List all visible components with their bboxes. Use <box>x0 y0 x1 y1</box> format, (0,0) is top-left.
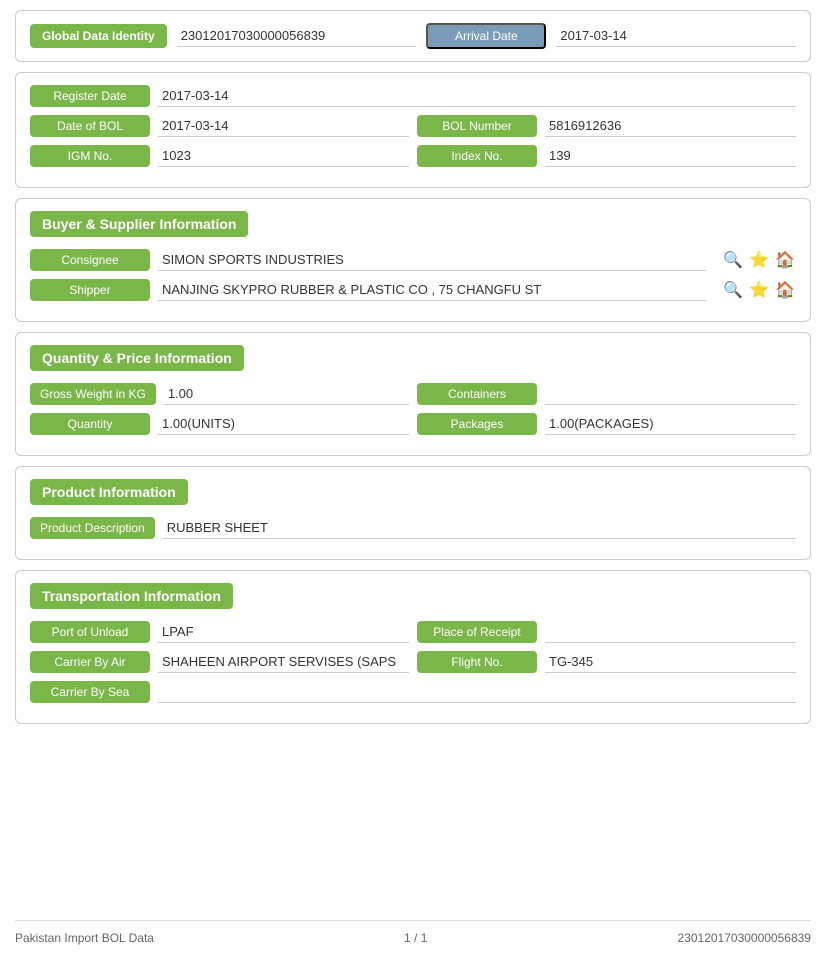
quantity-value: 1.00(UNITS) <box>158 413 409 435</box>
shipper-value: NANJING SKYPRO RUBBER & PLASTIC CO , 75 … <box>158 279 706 301</box>
packages-group: Packages 1.00(PACKAGES) <box>417 413 796 435</box>
gross-weight-group: Gross Weight in KG 1.00 <box>30 383 409 405</box>
shipper-search-icon[interactable]: 🔍 <box>722 279 744 301</box>
date-of-bol-value: 2017-03-14 <box>158 115 409 137</box>
igm-no-label: IGM No. <box>30 145 150 167</box>
containers-group: Containers <box>417 383 796 405</box>
consignee-label: Consignee <box>30 249 150 271</box>
product-info-card: Product Information Product Description … <box>15 466 811 560</box>
register-date-label: Register Date <box>30 85 150 107</box>
footer-center: 1 / 1 <box>404 931 427 945</box>
index-no-group: Index No. 139 <box>417 145 796 167</box>
packages-value: 1.00(PACKAGES) <box>545 413 796 435</box>
page-wrapper: Global Data Identity 2301201703000005683… <box>0 0 826 960</box>
register-date-value: 2017-03-14 <box>158 85 796 107</box>
carrier-air-group: Carrier By Air SHAHEEN AIRPORT SERVISES … <box>30 651 409 673</box>
quantity-price-header: Quantity & Price Information <box>30 345 244 371</box>
footer-bar: Pakistan Import BOL Data 1 / 1 230120170… <box>15 920 811 950</box>
global-identity-card: Global Data Identity 2301201703000005683… <box>15 10 811 62</box>
date-of-bol-label: Date of BOL <box>30 115 150 137</box>
place-of-receipt-value <box>545 621 796 643</box>
carrier-by-sea-value <box>158 681 796 703</box>
global-identity-value: 23012017030000056839 <box>177 25 417 47</box>
gross-weight-value: 1.00 <box>164 383 409 405</box>
igm-no-value: 1023 <box>158 145 409 167</box>
register-date-row: Register Date 2017-03-14 <box>30 85 796 107</box>
port-of-unload-label: Port of Unload <box>30 621 150 643</box>
shipper-star-icon[interactable]: ⭐ <box>748 279 770 301</box>
port-receipt-row: Port of Unload LPAF Place of Receipt <box>30 621 796 643</box>
place-receipt-group: Place of Receipt <box>417 621 796 643</box>
buyer-supplier-header: Buyer & Supplier Information <box>30 211 248 237</box>
transportation-header: Transportation Information <box>30 583 233 609</box>
port-of-unload-value: LPAF <box>158 621 409 643</box>
shipper-icons: 🔍 ⭐ 🏠 <box>722 279 796 301</box>
footer-right: 23012017030000056839 <box>678 931 811 945</box>
consignee-row: Consignee SIMON SPORTS INDUSTRIES 🔍 ⭐ 🏠 <box>30 249 796 271</box>
igm-index-row: IGM No. 1023 Index No. 139 <box>30 145 796 167</box>
place-of-receipt-label: Place of Receipt <box>417 621 537 643</box>
port-unload-group: Port of Unload LPAF <box>30 621 409 643</box>
consignee-value: SIMON SPORTS INDUSTRIES <box>158 249 706 271</box>
product-info-header: Product Information <box>30 479 188 505</box>
date-bol-group: Date of BOL 2017-03-14 <box>30 115 409 137</box>
shipper-home-icon[interactable]: 🏠 <box>774 279 796 301</box>
date-bol-row: Date of BOL 2017-03-14 BOL Number 581691… <box>30 115 796 137</box>
packages-label: Packages <box>417 413 537 435</box>
flight-no-group: Flight No. TG-345 <box>417 651 796 673</box>
flight-no-label: Flight No. <box>417 651 537 673</box>
consignee-search-icon[interactable]: 🔍 <box>722 249 744 271</box>
quantity-price-card: Quantity & Price Information Gross Weigh… <box>15 332 811 456</box>
shipper-label: Shipper <box>30 279 150 301</box>
flight-no-value: TG-345 <box>545 651 796 673</box>
bol-number-label: BOL Number <box>417 115 537 137</box>
carrier-by-sea-label: Carrier By Sea <box>30 681 150 703</box>
global-identity-label: Global Data Identity <box>30 24 167 48</box>
carrier-flight-row: Carrier By Air SHAHEEN AIRPORT SERVISES … <box>30 651 796 673</box>
product-description-value: RUBBER SHEET <box>163 517 796 539</box>
index-no-label: Index No. <box>417 145 537 167</box>
consignee-icons: 🔍 ⭐ 🏠 <box>722 249 796 271</box>
bol-number-value: 5816912636 <box>545 115 796 137</box>
shipper-row: Shipper NANJING SKYPRO RUBBER & PLASTIC … <box>30 279 796 301</box>
containers-label: Containers <box>417 383 537 405</box>
gross-containers-row: Gross Weight in KG 1.00 Containers <box>30 383 796 405</box>
register-info-card: Register Date 2017-03-14 Date of BOL 201… <box>15 72 811 188</box>
consignee-home-icon[interactable]: 🏠 <box>774 249 796 271</box>
product-description-label: Product Description <box>30 517 155 539</box>
carrier-sea-row: Carrier By Sea <box>30 681 796 703</box>
carrier-by-air-value: SHAHEEN AIRPORT SERVISES (SAPS <box>158 651 409 673</box>
carrier-by-air-label: Carrier By Air <box>30 651 150 673</box>
consignee-star-icon[interactable]: ⭐ <box>748 249 770 271</box>
global-identity-row: Global Data Identity 2301201703000005683… <box>30 23 796 49</box>
footer-left: Pakistan Import BOL Data <box>15 931 154 945</box>
arrival-date-button[interactable]: Arrival Date <box>426 23 546 49</box>
bol-number-group: BOL Number 5816912636 <box>417 115 796 137</box>
buyer-supplier-card: Buyer & Supplier Information Consignee S… <box>15 198 811 322</box>
gross-weight-label: Gross Weight in KG <box>30 383 156 405</box>
index-no-value: 139 <box>545 145 796 167</box>
quantity-label: Quantity <box>30 413 150 435</box>
arrival-date-value: 2017-03-14 <box>556 25 796 47</box>
igm-group: IGM No. 1023 <box>30 145 409 167</box>
quantity-group: Quantity 1.00(UNITS) <box>30 413 409 435</box>
quantity-packages-row: Quantity 1.00(UNITS) Packages 1.00(PACKA… <box>30 413 796 435</box>
transportation-card: Transportation Information Port of Unloa… <box>15 570 811 724</box>
containers-value <box>545 383 796 405</box>
product-description-row: Product Description RUBBER SHEET <box>30 517 796 539</box>
